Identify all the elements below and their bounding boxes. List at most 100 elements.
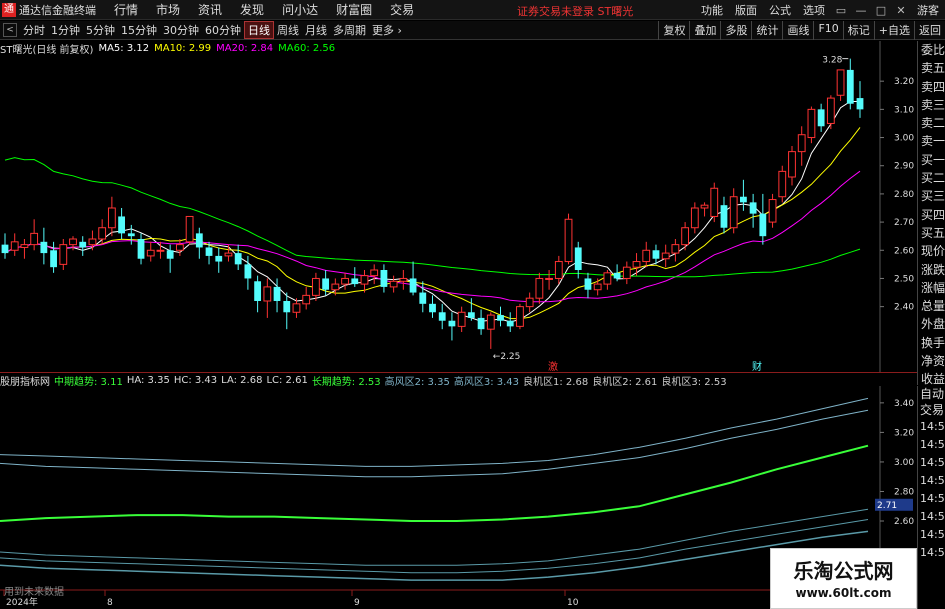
sidebar-item-volume[interactable]: 总量	[918, 297, 945, 315]
candle-down	[574, 247, 582, 270]
candle-down	[137, 239, 145, 259]
sidebar-item-ask4[interactable]: 卖四	[918, 78, 945, 96]
y-tick-label: 2.80	[894, 190, 914, 200]
indicator-line	[0, 508, 869, 566]
sidebar-item-ask5[interactable]: 卖五	[918, 59, 945, 77]
candle-up	[98, 227, 107, 240]
period-intraday[interactable]: 分时	[20, 22, 48, 38]
candle-up	[768, 199, 777, 223]
candle-up	[20, 244, 29, 248]
restore-layout-icon[interactable]: ▭	[834, 4, 848, 17]
sidebar-item-change[interactable]: 涨跌	[918, 261, 945, 279]
trade-label[interactable]: 交易	[918, 402, 945, 418]
multi-stock-button[interactable]: 多股	[720, 21, 751, 40]
candle-up	[603, 272, 612, 285]
draw-button[interactable]: 画线	[782, 21, 813, 40]
ha-value: HA: 3.35	[126, 374, 170, 386]
finance-tag: 财	[752, 360, 762, 373]
candle-down	[283, 301, 291, 313]
period-1min[interactable]: 1分钟	[48, 22, 83, 38]
sidebar-item-bid5[interactable]: 买五	[918, 224, 945, 242]
period-weekly[interactable]: 周线	[274, 22, 302, 38]
period-multi[interactable]: 多周期	[330, 22, 369, 38]
indicator-line	[0, 397, 869, 467]
candle-up	[710, 187, 719, 217]
back-arrow-icon[interactable]: <	[3, 23, 17, 37]
current-price-label: 2.71	[877, 501, 897, 511]
period-more[interactable]: 更多 ›	[369, 22, 405, 38]
menu-trade[interactable]: 交易	[390, 1, 414, 18]
close-icon[interactable]: ✕	[894, 4, 908, 17]
maximize-icon[interactable]: □	[874, 4, 888, 17]
f10-button[interactable]: F10	[813, 21, 842, 40]
sidebar-item-ask3[interactable]: 卖三	[918, 96, 945, 114]
candle-down	[409, 278, 417, 293]
sidebar-item-net-asset[interactable]: 净资	[918, 352, 945, 370]
candle-up	[525, 297, 534, 308]
candle-down	[215, 255, 223, 262]
period-monthly[interactable]: 月线	[302, 22, 330, 38]
candle-down	[127, 233, 135, 237]
y-tick-label: 2.70	[894, 218, 914, 228]
candle-up	[797, 134, 806, 153]
period-5min[interactable]: 5分钟	[83, 22, 118, 38]
candle-up	[10, 241, 19, 251]
menu-formula[interactable]: 公式	[769, 2, 791, 18]
menu-functions[interactable]: 功能	[701, 2, 723, 18]
sidebar-item-ask2[interactable]: 卖二	[918, 114, 945, 132]
menu-discover[interactable]: 发现	[240, 1, 264, 18]
menu-quotes[interactable]: 行情	[114, 1, 138, 18]
trade-time: 14:56	[920, 510, 945, 523]
sidebar-item-bid-ratio[interactable]: 委比	[918, 41, 945, 59]
period-30min[interactable]: 30分钟	[160, 22, 202, 38]
candle-down	[254, 281, 262, 301]
candle-up	[486, 314, 495, 330]
period-daily[interactable]: 日线	[244, 21, 274, 39]
period-15min[interactable]: 15分钟	[118, 22, 160, 38]
sidebar-item-price[interactable]: 现价	[918, 242, 945, 260]
candle-up	[312, 277, 320, 296]
kline-chart[interactable]: 3.20 3.10 3.00 2.90 2.80 2.70 2.60 2.50 2.40 3.2…	[0, 41, 917, 373]
sidebar-item-change-pct[interactable]: 涨幅	[918, 279, 945, 297]
y-tick-label: 3.00	[894, 134, 914, 144]
candle-up	[622, 266, 631, 279]
sidebar-item-turnover[interactable]: 换手	[918, 334, 945, 352]
adjust-button[interactable]: 复权	[658, 21, 689, 40]
mark-button[interactable]: 标记	[842, 21, 874, 40]
candle-up	[389, 280, 398, 288]
menu-market[interactable]: 市场	[156, 1, 180, 18]
menu-ask[interactable]: 问小达	[282, 1, 318, 18]
stats-button[interactable]: 统计	[751, 21, 782, 40]
return-button[interactable]: 返回	[914, 21, 945, 40]
candle-up	[681, 227, 690, 246]
menu-layout[interactable]: 版面	[735, 2, 757, 18]
sidebar-item-ask1[interactable]: 卖一	[918, 132, 945, 150]
minimize-icon[interactable]: —	[854, 4, 868, 17]
candle-down	[652, 250, 660, 259]
sidebar-item-bid2[interactable]: 买二	[918, 169, 945, 187]
auto-label[interactable]: 自动	[918, 386, 945, 402]
candle-up	[292, 303, 301, 313]
menu-wealth[interactable]: 财富圈	[336, 1, 372, 18]
y-tick-label: 2.90	[894, 162, 914, 172]
period-60min[interactable]: 60分钟	[202, 22, 244, 38]
y-tick-label: 3.20	[894, 428, 914, 438]
la-value: LA: 2.68	[221, 374, 263, 386]
candle-up	[788, 151, 796, 178]
candle-down	[720, 205, 728, 228]
candle-down	[50, 250, 57, 268]
overlay-button[interactable]: 叠加	[689, 21, 720, 40]
menu-news[interactable]: 资讯	[198, 1, 222, 18]
sidebar-item-bid3[interactable]: 买三	[918, 187, 945, 205]
sidebar-item-bid1[interactable]: 买一	[918, 151, 945, 169]
candle-down	[477, 317, 485, 330]
guest-label[interactable]: 游客	[917, 2, 939, 18]
candle-up	[88, 238, 97, 246]
sidebar-item-outer[interactable]: 外盘	[918, 315, 945, 333]
add-watchlist-button[interactable]: +自选	[873, 21, 914, 40]
high-price-label: 3.28	[822, 56, 842, 66]
candle-down	[118, 216, 125, 234]
sidebar-item-bid4[interactable]: 买四	[918, 206, 945, 224]
menu-options[interactable]: 选项	[803, 2, 825, 18]
future-data-notice: 用到未来数据	[4, 587, 64, 598]
